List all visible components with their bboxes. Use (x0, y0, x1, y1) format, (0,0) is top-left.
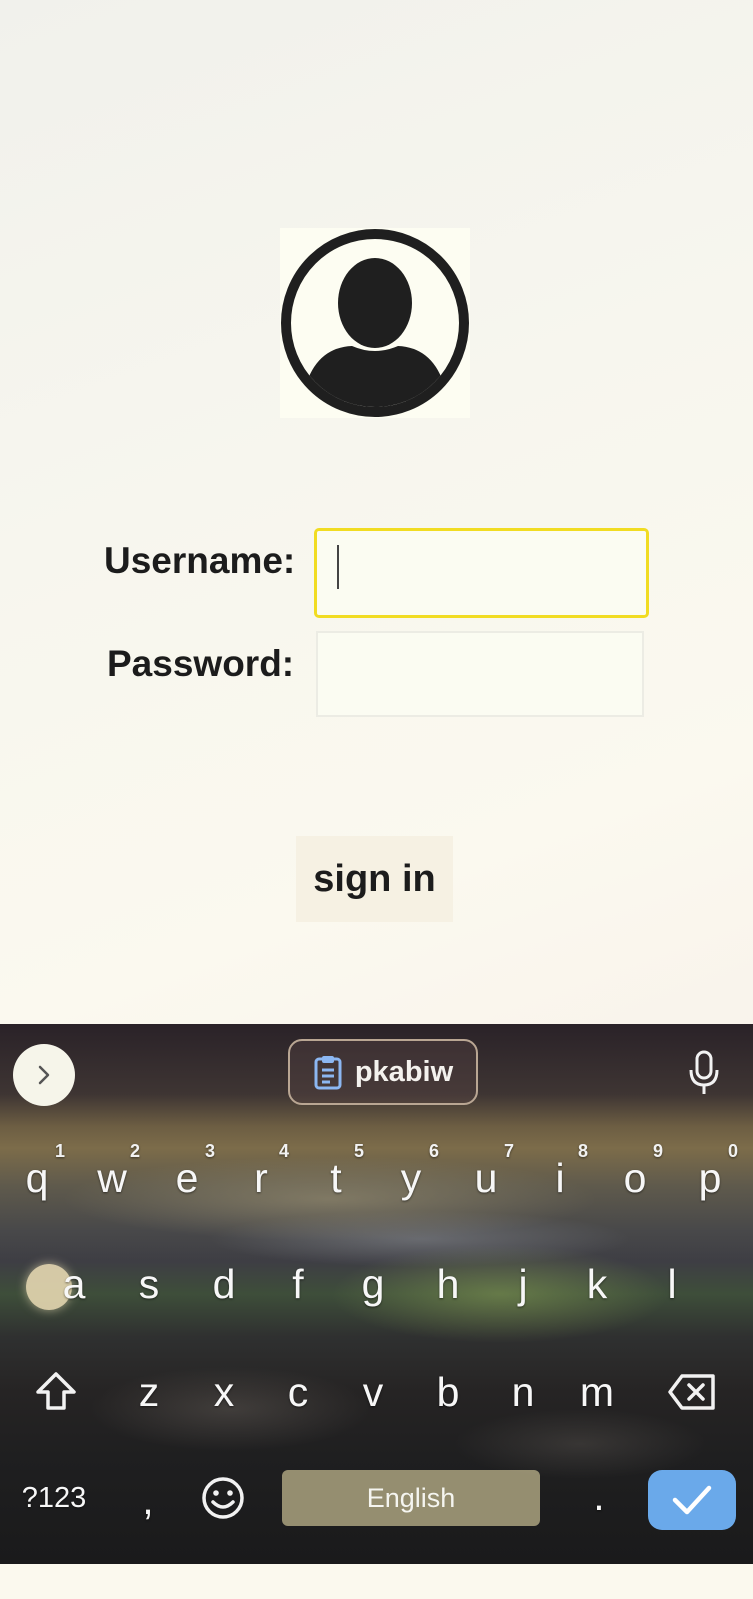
comma-key[interactable]: , (118, 1460, 178, 1540)
sign-in-button[interactable]: sign in (296, 836, 453, 922)
key-m[interactable]: m (567, 1352, 627, 1432)
key-e[interactable]: e3 (157, 1138, 217, 1218)
key-t[interactable]: t5 (306, 1138, 366, 1218)
password-input[interactable] (318, 633, 646, 717)
microphone-icon (689, 1050, 719, 1094)
symbols-key[interactable]: ?123 (16, 1458, 92, 1538)
key-z[interactable]: z (119, 1352, 179, 1432)
clipboard-icon (314, 1056, 342, 1090)
key-d[interactable]: d (194, 1244, 254, 1324)
key-l[interactable]: l (642, 1244, 702, 1324)
key-j[interactable]: j (493, 1244, 553, 1324)
key-o[interactable]: o9 (605, 1138, 665, 1218)
key-v[interactable]: v (343, 1352, 403, 1432)
navigation-area (0, 1564, 753, 1599)
key-w[interactable]: w2 (82, 1138, 142, 1218)
enter-key[interactable] (648, 1470, 736, 1530)
key-i[interactable]: i8 (530, 1138, 590, 1218)
key-s[interactable]: s (119, 1244, 179, 1324)
backspace-key[interactable] (660, 1352, 724, 1432)
key-g[interactable]: g (343, 1244, 403, 1324)
key-x[interactable]: x (194, 1352, 254, 1432)
username-label: Username: (104, 540, 296, 581)
key-q[interactable]: q1 (7, 1138, 67, 1218)
key-c[interactable]: c (268, 1352, 328, 1432)
key-b[interactable]: b (418, 1352, 478, 1432)
key-p[interactable]: p0 (680, 1138, 740, 1218)
text-caret (337, 545, 339, 589)
toolbar-expand-button[interactable] (13, 1044, 75, 1106)
shift-key[interactable] (26, 1352, 86, 1432)
period-key[interactable]: . (569, 1456, 629, 1536)
key-k[interactable]: k (567, 1244, 627, 1324)
backspace-icon (668, 1374, 715, 1410)
username-input[interactable] (317, 531, 650, 617)
voice-input-button[interactable] (686, 1050, 722, 1101)
clipboard-text: pkabiw (354, 1055, 454, 1088)
clipboard-suggestion-chip[interactable]: pkabiw (288, 1039, 478, 1105)
password-label: Password: (107, 643, 295, 684)
expand-chevron-icon (38, 1065, 50, 1085)
soft-keyboard: pkabiw q1 w2 e3 r4 t5 y6 u7 i8 o9 p0 a s… (0, 1024, 753, 1564)
shift-icon (36, 1372, 76, 1410)
space-bar[interactable]: English (282, 1470, 540, 1526)
avatar-icon (281, 229, 469, 417)
key-h[interactable]: h (418, 1244, 478, 1324)
key-u[interactable]: u7 (456, 1138, 516, 1218)
emoji-key[interactable] (193, 1458, 253, 1538)
checkmark-icon (672, 1485, 712, 1515)
key-r[interactable]: r4 (231, 1138, 291, 1218)
key-f[interactable]: f (268, 1244, 328, 1324)
key-y[interactable]: y6 (381, 1138, 441, 1218)
username-field[interactable] (314, 528, 650, 618)
key-a[interactable]: a (44, 1244, 104, 1324)
emoji-icon (202, 1477, 244, 1519)
password-field[interactable] (316, 631, 646, 717)
key-n[interactable]: n (493, 1352, 553, 1432)
avatar (280, 228, 470, 418)
